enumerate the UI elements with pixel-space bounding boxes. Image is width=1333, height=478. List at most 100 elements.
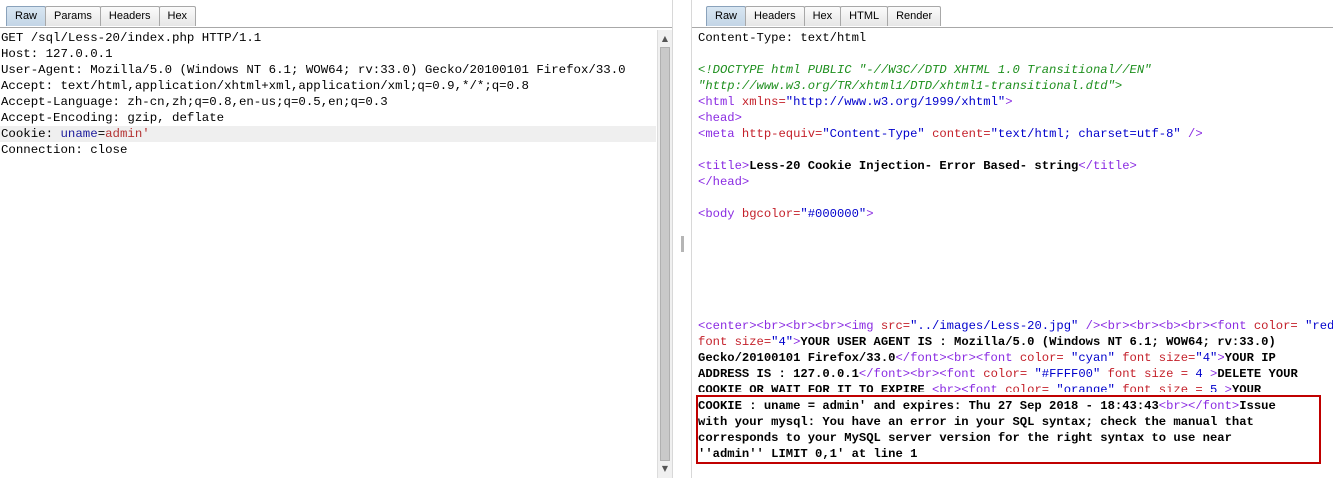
cookie-info-line: COOKIE : uname = admin' and expires: Thu… <box>692 398 1333 414</box>
response-editor[interactable]: Content-Type: text/html <!DOCTYPE html P… <box>692 30 1333 478</box>
attr: content= <box>924 127 991 141</box>
response-content-type: Content-Type: text/html <box>698 31 867 45</box>
tag: /> <box>1180 127 1203 141</box>
response-tab-render[interactable]: Render <box>887 6 942 26</box>
pane-splitter[interactable] <box>672 0 692 478</box>
request-header-accept-language: Accept-Language: zh-cn,zh;q=0.8,en-us;q=… <box>1 95 388 109</box>
response-tab-hex[interactable]: Hex <box>803 6 842 26</box>
attr-value: "4" <box>771 335 794 349</box>
request-tabs: Raw Params Headers Hex <box>6 6 197 27</box>
splitter-grip-icon[interactable] <box>681 236 684 252</box>
response-tab-raw[interactable]: Raw <box>706 6 747 26</box>
tag: </font><br><font <box>858 367 976 381</box>
sql-error-line-3: ''admin'' LIMIT 0,1' at line 1 <box>698 447 918 461</box>
your-text: YOUR <box>1231 383 1262 392</box>
tag: /><br><br><b><br><font <box>1078 319 1247 333</box>
attr-value: "red" <box>1305 319 1333 333</box>
attr-value: "#000000" <box>800 207 867 221</box>
scroll-up-icon[interactable]: ▲ <box>658 32 672 46</box>
tag: > <box>1217 351 1225 365</box>
cookie-info-text: COOKIE : uname = admin' and expires: Thu… <box>698 399 1159 413</box>
request-header-connection: Connection: close <box>1 143 128 157</box>
tag: <title> <box>698 159 750 173</box>
doctype-text: "http://www.w3.org/TR/xhtml1/DTD/xhtml1-… <box>698 79 1123 93</box>
tag: </font><br><font <box>895 351 1013 365</box>
ip-address-text: ADDRESS IS : 127.0.0.1 <box>698 367 859 381</box>
scroll-thumb[interactable] <box>660 47 670 461</box>
attr: color= <box>975 367 1028 381</box>
gecko-text: Gecko/20100101 Firefox/33.0 <box>698 351 896 365</box>
tag: > <box>1217 383 1232 392</box>
user-agent-text: YOUR USER AGENT IS : Mozilla/5.0 (Window… <box>800 335 1276 349</box>
response-pane: Raw Headers Hex HTML Render Content-Type… <box>692 0 1333 478</box>
sql-error-line-2: corresponds to your MySQL server version… <box>698 431 1232 445</box>
attr-value: "text/html; charset=utf-8" <box>990 127 1181 141</box>
title-line: <title>Less-20 Cookie Injection- Error B… <box>692 158 1333 174</box>
request-tab-params[interactable]: Params <box>45 6 101 26</box>
request-line: GET /sql/Less-20/index.php HTTP/1.1 <box>1 31 262 45</box>
response-tab-html[interactable]: HTML <box>840 6 889 26</box>
doctype-line-2: "http://www.w3.org/TR/xhtml1/DTD/xhtml1-… <box>692 78 1333 94</box>
tab-divider <box>0 27 672 28</box>
scroll-down-icon[interactable]: ▼ <box>658 462 672 476</box>
request-tab-headers[interactable]: Headers <box>99 6 160 26</box>
request-tab-hex[interactable]: Hex <box>158 6 197 26</box>
tag: <br><font <box>932 383 998 392</box>
head-close-line: </head> <box>692 174 1333 190</box>
tag: <br></font> <box>1158 399 1240 413</box>
tag: > <box>1202 367 1218 381</box>
ip-address-line: ADDRESS IS : 127.0.0.1</font><br><font c… <box>692 366 1333 382</box>
attr: http-equiv= <box>734 127 823 141</box>
head-open-line: <head> <box>692 110 1333 126</box>
issue-text: Issue <box>1239 399 1276 413</box>
center-img-line: <center><br><br><br><img src="../images/… <box>692 318 1333 334</box>
tag: <html <box>698 95 735 109</box>
sql-error-line-1: with your mysql: You have an error in yo… <box>698 415 1254 429</box>
attr: font size= <box>1114 351 1196 365</box>
doctype-text: <!DOCTYPE html PUBLIC "-//W3C//DTD XHTML… <box>698 63 1152 77</box>
attr: font size= <box>698 335 772 349</box>
attr-value: "../images/Less-20.jpg" <box>910 319 1079 333</box>
attr: font size = <box>1114 383 1210 392</box>
request-tab-raw[interactable]: Raw <box>6 6 47 26</box>
request-header-user-agent: User-Agent: Mozilla/5.0 (Windows NT 6.1;… <box>1 63 626 77</box>
request-scrollbar[interactable]: ▲ ▼ <box>657 30 672 478</box>
tag: > <box>866 207 874 221</box>
doctype-line-1: <!DOCTYPE html PUBLIC "-//W3C//DTD XHTML… <box>692 62 1333 78</box>
attr-value: "cyan" <box>1063 351 1115 365</box>
tag: </head> <box>698 175 750 189</box>
attr: bgcolor= <box>734 207 801 221</box>
request-editor[interactable]: GET /sql/Less-20/index.php HTTP/1.1 Host… <box>0 30 656 478</box>
attr-value: "4" <box>1195 351 1218 365</box>
request-header-cookie: Cookie: uname=admin' <box>0 126 656 142</box>
request-pane: Raw Params Headers Hex GET /sql/Less-20/… <box>0 0 672 478</box>
delete-text: DELETE YOUR <box>1217 367 1298 381</box>
cookie-name: uname <box>60 127 98 141</box>
attr: color= <box>1246 319 1298 333</box>
html-tag-line: <html xmlns="http://www.w3.org/1999/xhtm… <box>692 94 1333 110</box>
tag: <head> <box>698 111 742 125</box>
user-agent-line: font size="4">YOUR USER AGENT IS : Mozil… <box>692 334 1333 350</box>
attr: font size = <box>1100 367 1196 381</box>
cookie-label: Cookie: <box>1 127 61 141</box>
gecko-line: Gecko/20100101 Firefox/33.0</font><br><f… <box>692 350 1333 366</box>
attr: color= <box>1012 351 1064 365</box>
tag: <center><br><br><br><img <box>698 319 874 333</box>
ip-label-text: YOUR IP <box>1224 351 1276 365</box>
tag: </title> <box>1078 159 1137 173</box>
response-tab-headers[interactable]: Headers <box>745 6 805 26</box>
attr-value: "Content-Type" <box>822 127 925 141</box>
page-title-text: Less-20 Cookie Injection- Error Based- s… <box>749 159 1079 173</box>
tag: <meta <box>698 127 735 141</box>
request-header-accept-encoding: Accept-Encoding: gzip, deflate <box>1 111 225 125</box>
body-tag-line: <body bgcolor="#000000"> <box>692 206 1333 222</box>
request-header-host: Host: 127.0.0.1 <box>1 47 113 61</box>
attr-value: "http://www.w3.org/1999/xhtml" <box>785 95 1006 109</box>
